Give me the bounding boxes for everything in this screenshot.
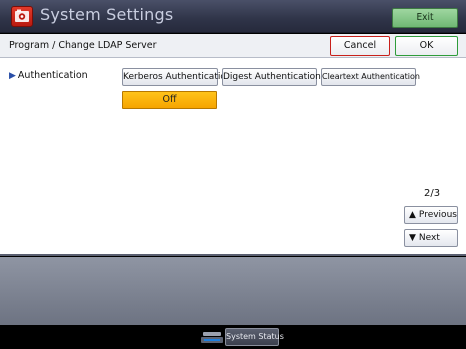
system-status-button[interactable]: System Status bbox=[225, 328, 284, 346]
authentication-label-text: Authentication bbox=[17, 70, 88, 81]
ok-button[interactable]: OK bbox=[395, 36, 458, 56]
triangle-down-icon: ▼ bbox=[409, 233, 416, 243]
authentication-label: ▶ Authentication bbox=[9, 70, 88, 81]
screen: System Settings Exit Program / Change LD… bbox=[0, 0, 466, 349]
kerberos-authentication-button[interactable]: Kerberos Authentication bbox=[122, 68, 232, 86]
off-button-selected[interactable]: Off bbox=[122, 91, 217, 109]
machine-status-icon bbox=[201, 332, 223, 343]
sub-header: Program / Change LDAP Server Cancel OK bbox=[0, 34, 466, 58]
digest-authentication-button[interactable]: Digest Authentication bbox=[222, 68, 321, 86]
triangle-right-icon: ▶ bbox=[9, 71, 16, 81]
previous-button[interactable]: ▲ Previous bbox=[404, 206, 458, 224]
triangle-up-icon: ▲ bbox=[409, 210, 416, 220]
cleartext-authentication-button[interactable]: Cleartext Authentication bbox=[321, 68, 420, 86]
cancel-button[interactable]: Cancel bbox=[330, 36, 390, 56]
next-button[interactable]: ▼ Next bbox=[404, 229, 458, 247]
next-label: Next bbox=[418, 233, 440, 243]
window-title: System Settings bbox=[40, 5, 174, 24]
previous-label: Previous bbox=[418, 210, 457, 220]
bottom-bar: System Status bbox=[0, 325, 466, 349]
title-bar: System Settings Exit bbox=[0, 0, 466, 33]
page-title: Program / Change LDAP Server bbox=[9, 40, 157, 51]
lower-area bbox=[0, 257, 466, 325]
exit-button[interactable]: Exit bbox=[392, 8, 458, 28]
page-indicator: 2/3 bbox=[424, 188, 441, 199]
system-settings-icon bbox=[11, 6, 33, 27]
settings-panel: ▶ Authentication Kerberos Authentication … bbox=[0, 58, 466, 256]
